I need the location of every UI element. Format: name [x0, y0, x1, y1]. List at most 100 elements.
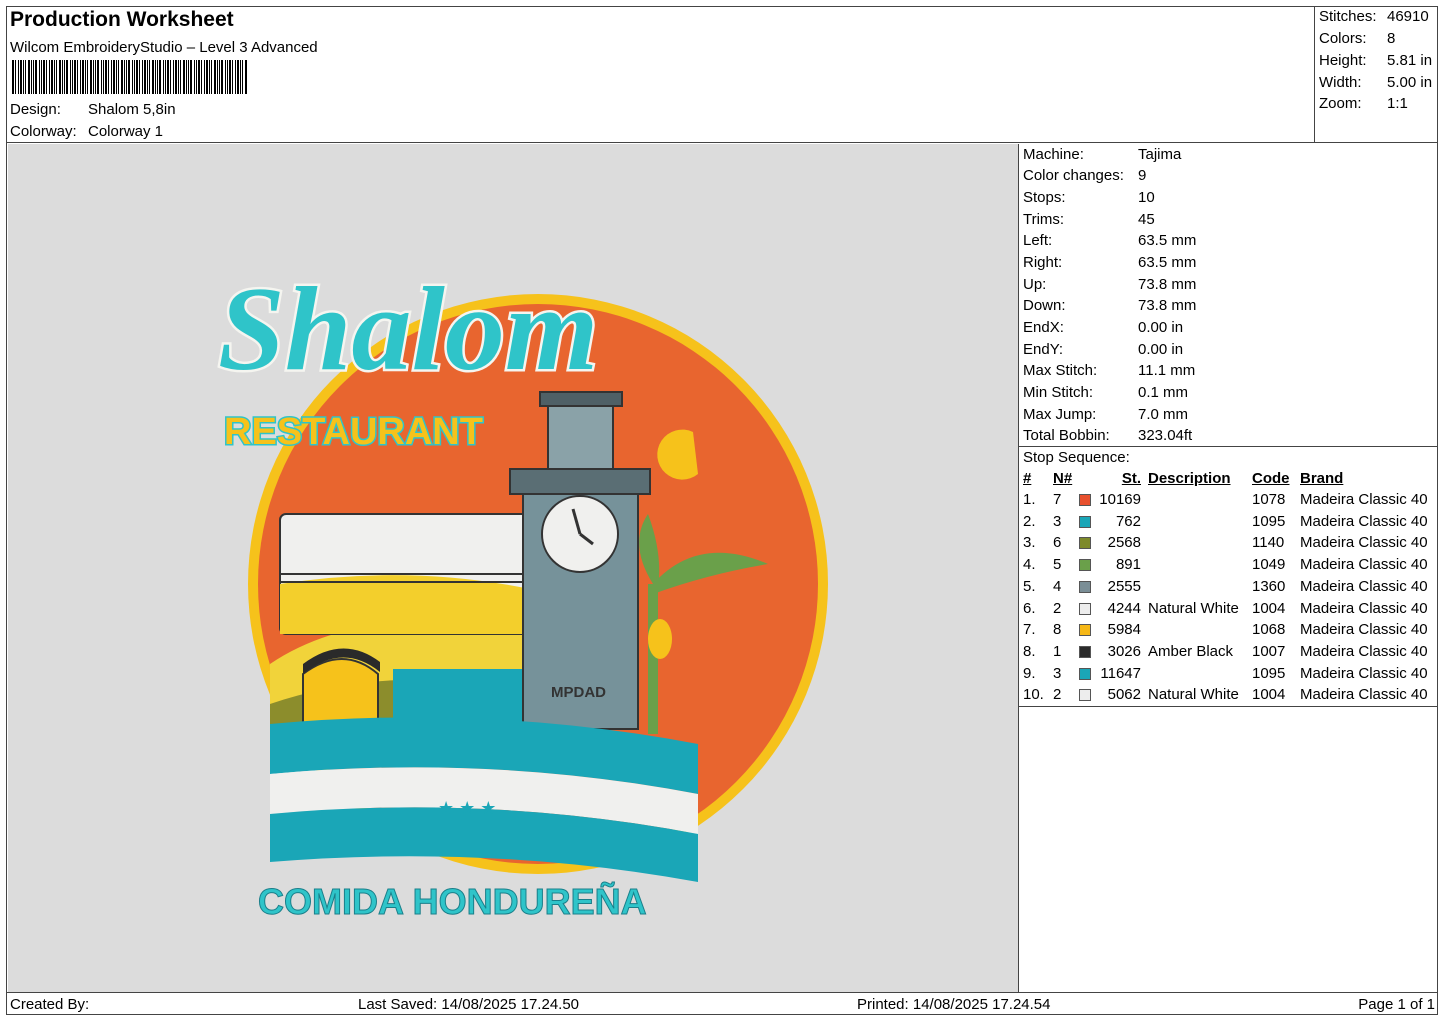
info-value: 10: [1138, 189, 1155, 206]
header-divider: [6, 142, 1438, 143]
stop-index: 6.: [1023, 599, 1036, 617]
info-row: Total Bobbin: 323.04ft: [1023, 427, 1192, 444]
summary-stitches: Stitches: 46910: [1319, 8, 1429, 25]
thread-description: Amber Black: [1148, 642, 1234, 660]
thread-brand: Madeira Classic 40: [1300, 491, 1428, 508]
thread-brand: Madeira Classic 40: [1300, 577, 1428, 595]
thread-brand: Madeira Classic 40: [1300, 686, 1428, 704]
stop-index: 7.: [1023, 621, 1036, 639]
stop-index: 4.: [1023, 556, 1036, 574]
info-label: EndX:: [1023, 319, 1064, 336]
embroidery-design-image: MPDAD ★ ★ ★ Shalom RESTAURANT COMIDA HON…: [216, 260, 828, 923]
stop-row: 3. 6 2568 1140 Madeira Classic 40: [1019, 534, 1438, 556]
needle-number: 4: [1053, 577, 1062, 595]
stop-index: 10.: [1023, 686, 1044, 704]
barcode-image: [12, 60, 247, 94]
stop-row: 7. 8 5984 1068 Madeira Classic 40: [1019, 621, 1438, 643]
info-row: Left: 63.5 mm: [1023, 232, 1196, 249]
stitch-count: 5984: [1107, 621, 1141, 639]
stitch-count: 11647: [1100, 664, 1141, 682]
thread-code: 1068: [1252, 621, 1286, 639]
info-row: Min Stitch: 0.1 mm: [1023, 384, 1188, 401]
info-row: Trims: 45: [1023, 211, 1155, 228]
info-label: Max Jump:: [1023, 406, 1097, 423]
design-preview: MPDAD ★ ★ ★ Shalom RESTAURANT COMIDA HON…: [8, 144, 1019, 992]
info-value: 63.5 mm: [1138, 232, 1197, 249]
thread-brand: Madeira Classic 40: [1300, 621, 1428, 639]
info-label: Machine:: [1023, 146, 1084, 163]
summary-label: Height:: [1319, 52, 1367, 69]
info-label: Max Stitch:: [1023, 362, 1098, 379]
info-value: 11.1 mm: [1138, 362, 1196, 379]
stop-row: 1. 7 10169 1078 Madeira Classic 40: [1019, 491, 1438, 513]
needle-number: 2: [1053, 686, 1062, 704]
color-swatch: [1079, 559, 1091, 572]
thread-code: 1049: [1252, 556, 1286, 574]
thread-code: 1078: [1252, 491, 1286, 508]
stop-index: 8.: [1023, 642, 1036, 660]
summary-box: Stitches: 46910 Colors: 8 Height: 5.81 in W…: [1314, 6, 1438, 143]
color-swatch: [1079, 580, 1091, 593]
info-value: 9: [1138, 167, 1147, 184]
table-divider: [1019, 706, 1438, 707]
thread-description: Natural White: [1148, 599, 1239, 617]
info-label: Stops:: [1023, 189, 1066, 206]
thread-brand: Madeira Classic 40: [1300, 642, 1428, 660]
thread-code: 1140: [1252, 534, 1285, 552]
color-swatch: [1079, 624, 1091, 637]
summary-colors: Colors: 8: [1319, 30, 1395, 47]
needle-number: 1: [1053, 642, 1062, 660]
color-swatch: [1079, 494, 1091, 506]
svg-text:★ ★ ★: ★ ★ ★: [438, 798, 496, 818]
page-number: Page 1 of 1: [1358, 996, 1435, 1013]
design-row: Design: Shalom 5,8in: [10, 101, 176, 118]
stop-row: 10. 2 5062 Natural White 1004 Madeira Classic…: [1019, 686, 1438, 708]
stop-row: 5. 4 2555 1360 Madeira Classic 40: [1019, 578, 1438, 600]
info-value: 0.00 in: [1138, 341, 1184, 358]
summary-value: 8: [1387, 30, 1396, 47]
info-label: Total Bobbin:: [1023, 427, 1110, 444]
summary-value: 1:1: [1387, 95, 1408, 112]
info-value: Tajima: [1138, 146, 1182, 163]
info-label: Down:: [1023, 297, 1066, 314]
design-label: Design:: [10, 101, 61, 118]
info-label: Min Stitch:: [1023, 384, 1094, 401]
info-row: Stops: 10: [1023, 189, 1155, 206]
info-row: EndX: 0.00 in: [1023, 319, 1183, 336]
info-label: Up:: [1023, 276, 1047, 293]
stop-row: 8. 1 3026 Amber Black 1007 Madeira Classic 40: [1019, 643, 1438, 665]
stop-index: 5.: [1023, 577, 1036, 595]
tower-text: MPDAD: [551, 684, 606, 701]
color-swatch: [1079, 515, 1091, 528]
stop-row: 6. 2 4244 Natural White 1004 Madeira Classic …: [1019, 600, 1438, 622]
info-label: Right:: [1023, 254, 1063, 271]
summary-value: 5.00 in: [1387, 74, 1433, 91]
stitch-count: 2568: [1107, 534, 1141, 552]
info-value: 0.00 in: [1138, 319, 1184, 336]
needle-number: 3: [1053, 664, 1062, 682]
summary-label: Width:: [1319, 74, 1362, 91]
needle-number: 6: [1053, 534, 1062, 552]
info-row: EndY: 0.00 in: [1023, 341, 1183, 358]
col-header-num: #: [1023, 470, 1032, 487]
summary-width: Width: 5.00 in: [1319, 74, 1432, 91]
info-row: Machine: Tajima: [1023, 146, 1181, 163]
stop-index: 2.: [1023, 512, 1036, 530]
thread-code: 1360: [1252, 577, 1286, 595]
footer-divider: [6, 992, 1438, 993]
stitch-count: 10169: [1099, 491, 1141, 508]
design-subtitle-text: RESTAURANT: [224, 411, 483, 453]
page-title: Production Worksheet: [10, 8, 234, 31]
info-value: 63.5 mm: [1138, 254, 1197, 271]
thread-brand: Madeira Classic 40: [1300, 512, 1428, 530]
software-name: Wilcom EmbroideryStudio – Level 3 Advanc…: [10, 39, 318, 56]
col-header-stitches: St.: [1121, 470, 1141, 487]
info-value: 323.04ft: [1138, 427, 1193, 444]
col-header-description: Description: [1148, 470, 1231, 487]
color-swatch: [1079, 602, 1091, 615]
col-header-brand: Brand: [1300, 470, 1344, 487]
info-row: Max Stitch: 11.1 mm: [1023, 362, 1195, 379]
info-row: Color changes: 9: [1023, 167, 1146, 184]
col-header-code: Code: [1252, 470, 1290, 487]
thread-code: 1007: [1252, 642, 1286, 660]
